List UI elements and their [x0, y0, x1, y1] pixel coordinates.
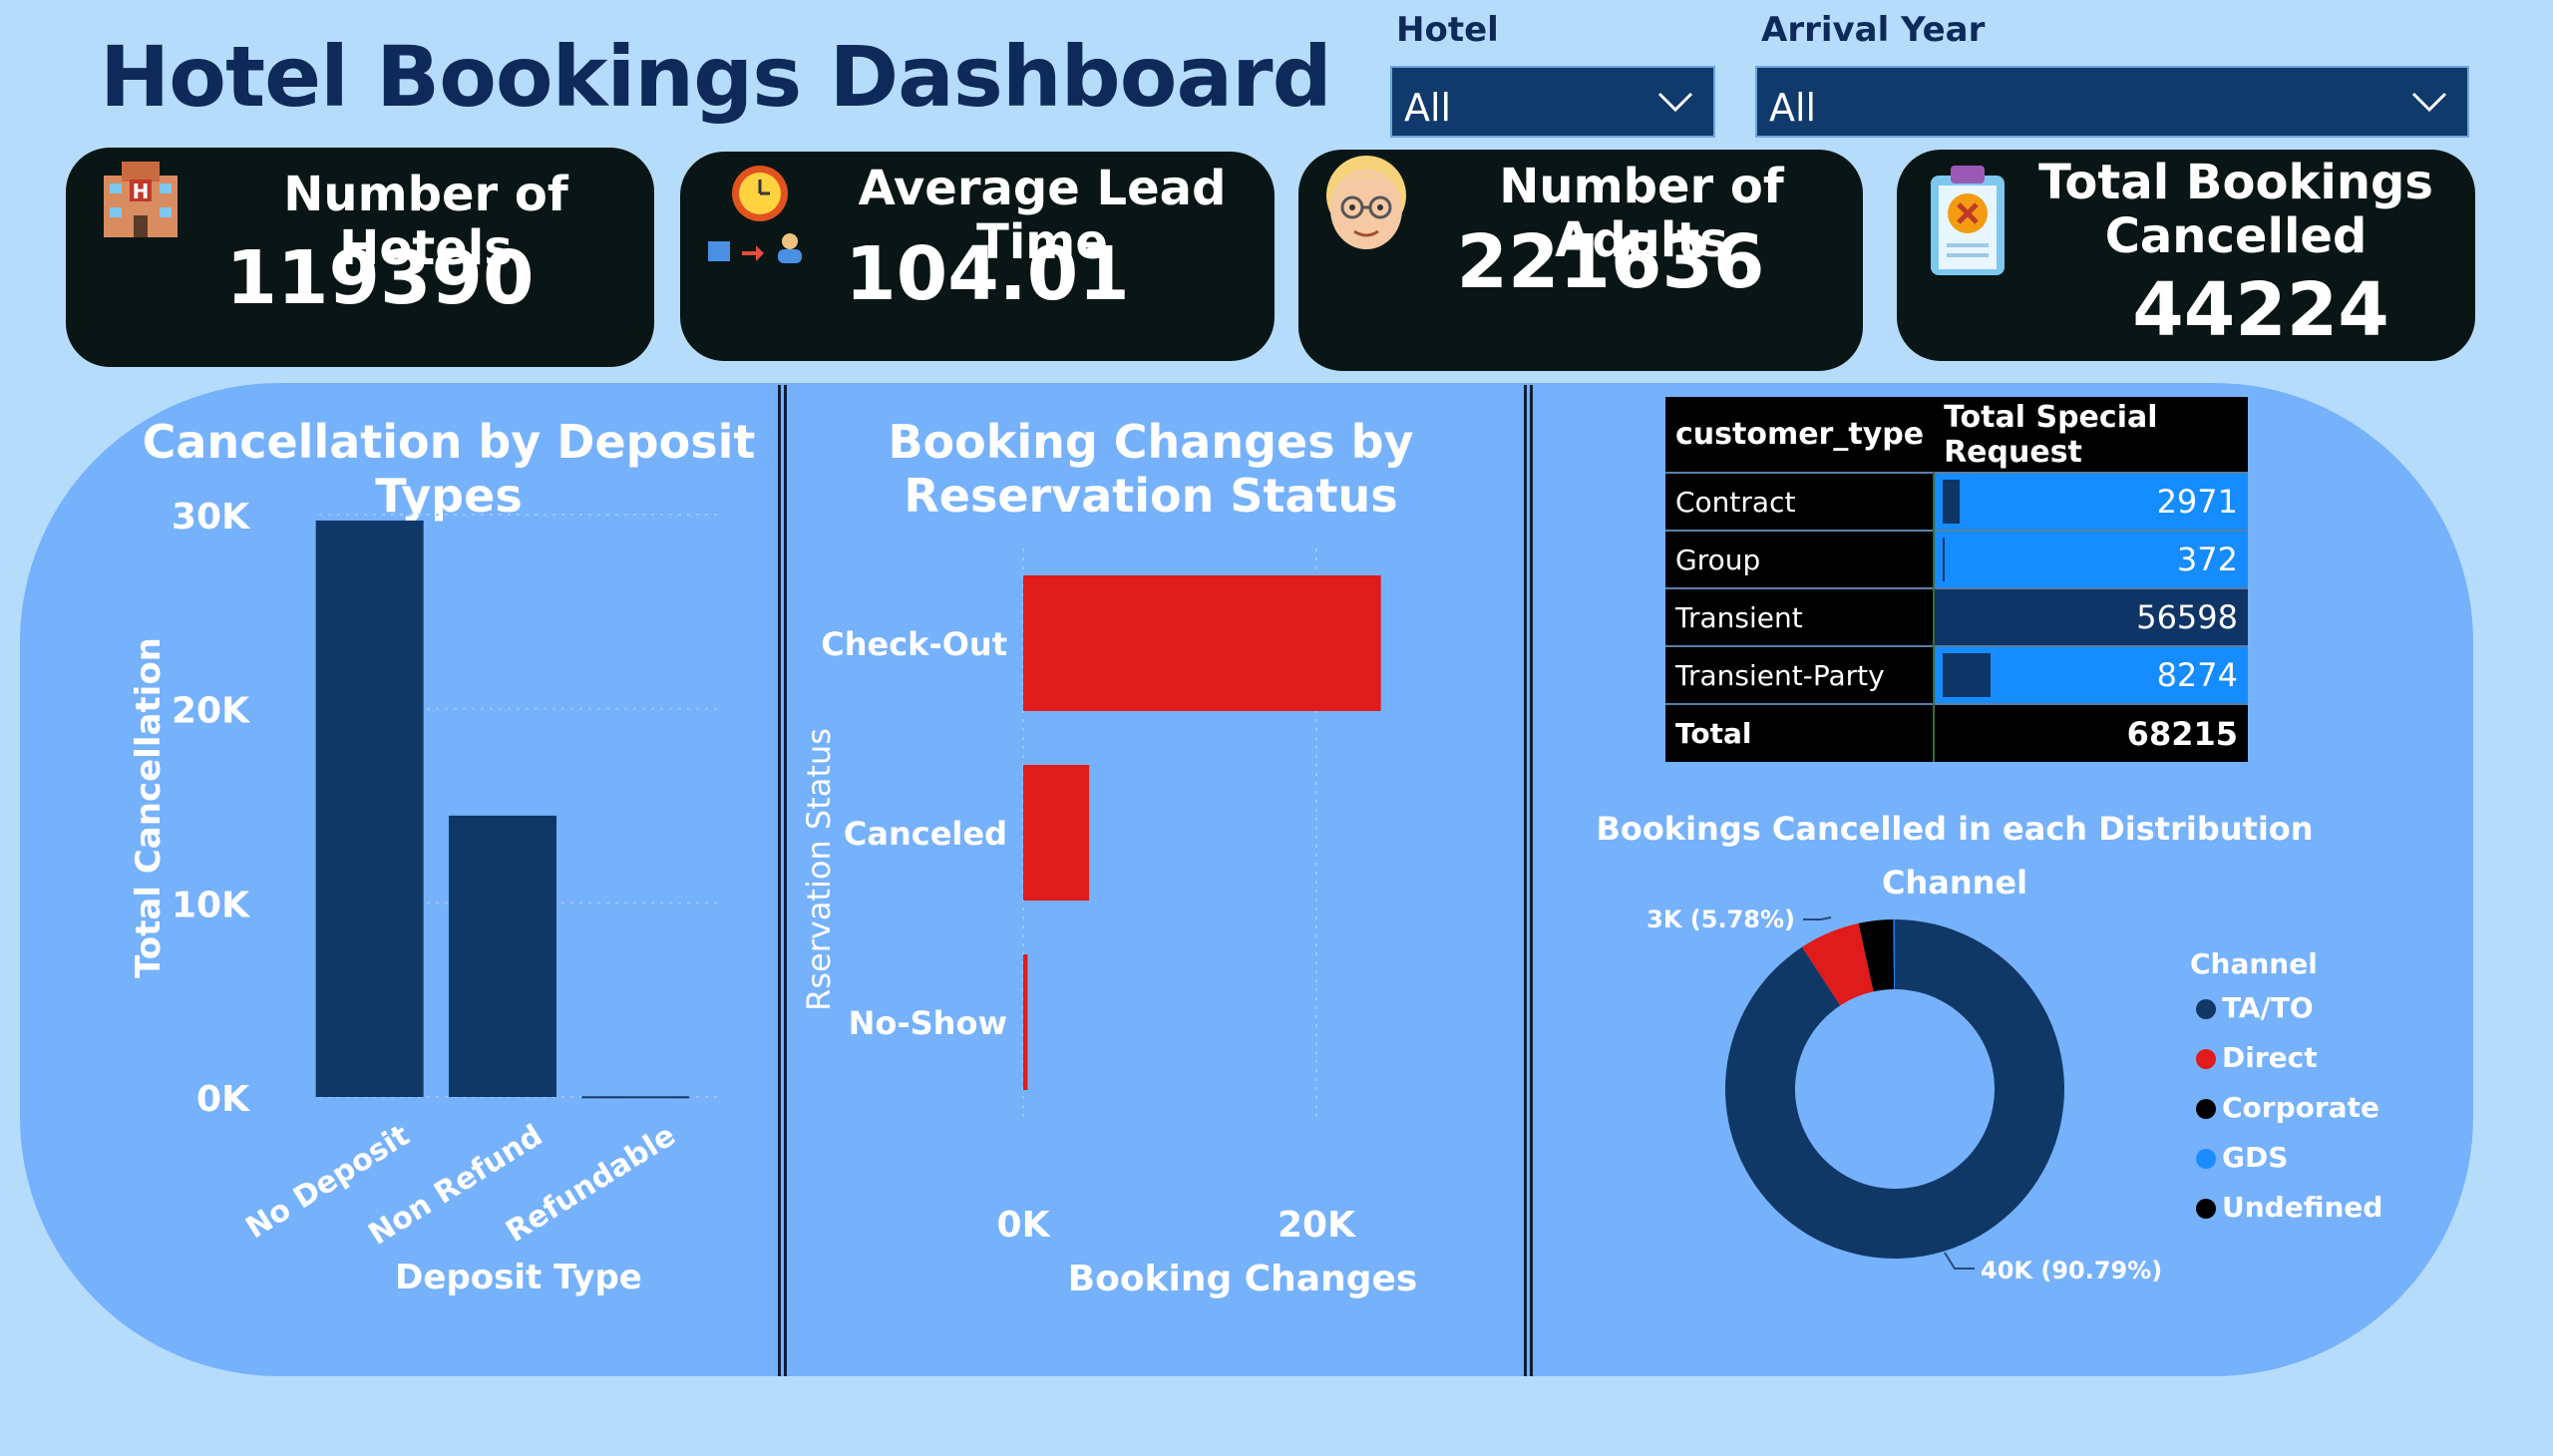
legend-dot-icon — [2196, 999, 2216, 1019]
special-request-value: 2971 — [2156, 483, 2238, 521]
kpi-cancelled-label-line1: Total Bookings — [2038, 155, 2433, 210]
chevron-down-icon — [1657, 92, 1693, 113]
kpi-card-hotels: H Number of Hotels 119390 — [66, 148, 654, 367]
special-request-cell: 372 — [1934, 530, 2248, 588]
y-tick-label: 0K — [196, 1079, 250, 1120]
customer-type-cell: Group — [1665, 530, 1936, 588]
bar — [449, 815, 556, 1097]
chevron-down-icon — [2411, 92, 2447, 113]
label-leader — [1803, 916, 1832, 920]
special-request-cell: 2971 — [1934, 472, 2248, 531]
distribution-channel-donut-chart: 40K (90.79%) 3K (5.78%) — [1646, 906, 2162, 1284]
y-axis-label: Rservation Status — [800, 728, 838, 1011]
bar — [1023, 765, 1090, 901]
y-tick-label: 20K — [172, 691, 250, 732]
x-tick-label: 20K — [1277, 1205, 1356, 1246]
legend-label: Corporate — [2222, 1091, 2379, 1124]
special-request-value: 8274 — [2156, 656, 2238, 694]
label-leader — [1944, 1252, 1975, 1270]
kpi-cancelled-label-line2: Cancelled — [2104, 208, 2368, 264]
bar — [581, 1096, 690, 1099]
hotel-filter-label: Hotel — [1396, 10, 1499, 50]
y-tick-label: 10K — [172, 885, 250, 925]
legend-item[interactable]: Direct — [2196, 1041, 2318, 1075]
table-row[interactable]: Transient 56598 — [1665, 587, 2248, 646]
x-tick-label: 0K — [997, 1205, 1051, 1246]
data-bar — [1943, 653, 1992, 697]
table-row[interactable]: Transient-Party 8274 — [1665, 645, 2248, 704]
total-label: Total — [1665, 703, 1936, 762]
data-bar — [1943, 480, 1961, 524]
bar — [1023, 954, 1028, 1090]
legend-dot-icon — [2196, 1199, 2216, 1219]
arrival-year-filter-value: All — [1769, 86, 1817, 130]
total-value: 68215 — [1934, 703, 2248, 762]
special-requests-table: customer_type Total Special Request Cont… — [1665, 397, 2248, 762]
x-axis-label: Booking Changes — [1068, 1259, 1418, 1299]
booking-changes-chart-title: Booking Changes by Reservation Status — [888, 415, 1414, 523]
y-tick-label: Canceled — [844, 815, 1007, 853]
table-row[interactable]: Group 372 — [1665, 530, 2248, 588]
booking-changes-bar-chart: 0K 20K Check-Out Canceled No-Show Booking Cha… — [800, 548, 1418, 1299]
y-tick-label: 30K — [172, 497, 250, 538]
panel-divider — [778, 385, 787, 1376]
special-request-cell: 8274 — [1934, 645, 2248, 704]
channel-legend-title: Channel — [2190, 947, 2318, 980]
slice-label: 3K (5.78%) — [1646, 906, 1795, 933]
data-bar — [1943, 538, 1946, 581]
legend-item[interactable]: TA/TO — [2196, 991, 2314, 1025]
kpi-lead-time-value: 104.01 — [845, 231, 1130, 317]
data-bar — [1943, 595, 1946, 639]
hotel-filter-dropdown[interactable]: All — [1390, 66, 1715, 138]
table-header-customer-type[interactable]: customer_type — [1665, 397, 1935, 473]
special-request-value: 372 — [2176, 541, 2238, 578]
dashboard-title: Hotel Bookings Dashboard — [100, 28, 1332, 126]
legend-item[interactable]: GDS — [2196, 1141, 2288, 1175]
legend-label: GDS — [2222, 1141, 2289, 1174]
y-axis-label: Total Cancellation — [129, 637, 169, 978]
legend-item[interactable]: Corporate — [2196, 1091, 2379, 1125]
kpi-cancelled-value: 44224 — [2132, 267, 2389, 353]
customer-type-cell: Transient-Party — [1665, 645, 1936, 704]
bar — [1023, 575, 1381, 711]
x-axis-label: Deposit Type — [395, 1258, 642, 1297]
legend-dot-icon — [2196, 1149, 2216, 1169]
kpi-cancelled-label: Total Bookings Cancelled — [2006, 156, 2465, 263]
cancel-clipboard-icon — [1931, 166, 2005, 275]
kpi-card-lead-time: Average Lead Time 104.01 — [680, 152, 1275, 361]
bar — [315, 520, 424, 1097]
table-header-special-request[interactable]: Total Special Request — [1934, 397, 2248, 473]
legend-dot-icon — [2196, 1099, 2216, 1119]
slice-label: 40K (90.79%) — [1981, 1257, 2162, 1284]
legend-label: Undefined — [2222, 1191, 2383, 1224]
kpi-hotels-value: 119390 — [225, 235, 535, 321]
kpi-card-adults: Number of Adults 221636 — [1298, 150, 1863, 371]
customer-type-cell: Contract — [1665, 472, 1936, 531]
svg-text:H: H — [133, 180, 150, 203]
table-total-row: Total 68215 — [1665, 703, 2248, 762]
y-tick-label: Check-Out — [821, 625, 1007, 663]
legend-item[interactable]: Undefined — [2196, 1191, 2382, 1225]
table-row[interactable]: Contract 2971 — [1665, 472, 2248, 531]
legend-label: TA/TO — [2222, 991, 2314, 1024]
arrival-year-filter-dropdown[interactable]: All — [1755, 66, 2469, 138]
arrival-year-filter-label: Arrival Year — [1761, 10, 1986, 50]
legend-dot-icon — [2196, 1049, 2216, 1069]
y-tick-label: No-Show — [849, 1004, 1007, 1042]
kpi-adults-value: 221636 — [1456, 219, 1765, 305]
special-request-value: 56598 — [2136, 598, 2238, 636]
special-request-cell: 56598 — [1934, 587, 2248, 646]
kpi-card-cancelled: Total Bookings Cancelled 44224 — [1897, 150, 2475, 361]
panel-divider — [1524, 385, 1533, 1376]
deposit-type-bar-chart: 0K10K20K30KNo DepositNon RefundRefundabl… — [129, 497, 718, 1297]
hotel-icon: H — [104, 162, 178, 237]
customer-type-cell: Transient — [1665, 587, 1936, 646]
legend-label: Direct — [2222, 1041, 2318, 1074]
hotel-filter-value: All — [1404, 86, 1452, 130]
